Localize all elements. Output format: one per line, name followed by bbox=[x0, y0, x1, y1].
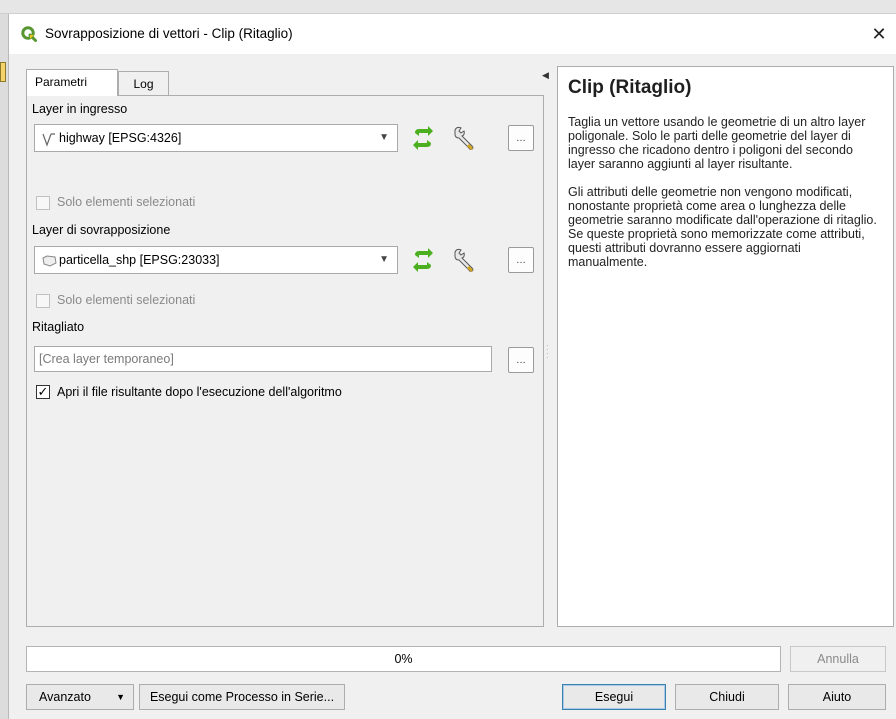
input-selected-checkbox[interactable] bbox=[36, 196, 50, 210]
input-selected-label: Solo elementi selezionati bbox=[57, 195, 196, 209]
help-paragraph: Gli attributi delle geometrie non vengon… bbox=[568, 185, 877, 269]
output-label: Ritagliato bbox=[32, 320, 85, 334]
cancel-button[interactable]: Annulla bbox=[790, 646, 886, 672]
help-paragraph: Taglia un vettore usando le geometrie di… bbox=[568, 115, 866, 171]
iterate-icon[interactable] bbox=[408, 123, 438, 153]
chevron-down-icon: ▼ bbox=[379, 132, 389, 143]
iterate-icon[interactable] bbox=[408, 245, 438, 275]
title-bar: Sovrapposizione di vettori - Clip (Ritag… bbox=[9, 14, 896, 54]
overlay-selected-label: Solo elementi selezionati bbox=[57, 293, 196, 307]
line-layer-icon bbox=[42, 133, 55, 147]
window-title: Sovrapposizione di vettori - Clip (Ritag… bbox=[45, 26, 293, 41]
input-layer-label: Layer in ingresso bbox=[32, 102, 128, 116]
input-layer-browse-button[interactable]: … bbox=[508, 125, 534, 151]
overlay-layer-browse-button[interactable]: … bbox=[508, 247, 534, 273]
collapse-help-icon[interactable]: ◀ bbox=[542, 70, 549, 81]
background-left-strip bbox=[0, 14, 8, 719]
progress-bar: 0% bbox=[26, 646, 781, 672]
open-output-label: Apri il file risultante dopo l'esecuzion… bbox=[57, 385, 342, 399]
tab-log[interactable]: Log bbox=[118, 71, 169, 96]
wrench-icon[interactable] bbox=[450, 245, 480, 275]
qgis-logo-icon bbox=[21, 26, 37, 42]
wrench-icon[interactable] bbox=[450, 123, 480, 153]
chevron-down-icon: ▼ bbox=[116, 692, 125, 702]
parameters-panel: Layer in ingresso highway [EPSG:4326] ▼ … bbox=[26, 95, 544, 627]
overlay-selected-checkbox[interactable] bbox=[36, 294, 50, 308]
close-button[interactable]: Chiudi bbox=[675, 684, 779, 710]
overlay-layer-combo[interactable]: particella_shp [EPSG:23033] ▼ bbox=[34, 246, 398, 274]
overlay-layer-value: particella_shp [EPSG:23033] bbox=[59, 253, 220, 267]
tab-parametri[interactable]: Parametri bbox=[26, 69, 118, 96]
help-button[interactable]: Aiuto bbox=[788, 684, 886, 710]
advanced-button-label: Avanzato bbox=[39, 690, 91, 704]
overlay-layer-label: Layer di sovrapposizione bbox=[32, 223, 171, 237]
input-layer-value: highway [EPSG:4326] bbox=[59, 131, 182, 145]
run-button[interactable]: Esegui bbox=[562, 684, 666, 710]
background-window-strip bbox=[0, 0, 896, 14]
batch-process-button[interactable]: Esegui come Processo in Serie... bbox=[139, 684, 345, 710]
polygon-layer-icon bbox=[42, 255, 57, 267]
chevron-down-icon: ▼ bbox=[379, 254, 389, 265]
background-marker bbox=[0, 62, 6, 82]
advanced-button[interactable]: Avanzato ▼ bbox=[26, 684, 134, 710]
splitter-handle[interactable]: · · · · bbox=[546, 342, 550, 364]
open-output-checkbox[interactable]: ✓ bbox=[36, 385, 50, 399]
input-layer-combo[interactable]: highway [EPSG:4326] ▼ bbox=[34, 124, 398, 152]
help-title: Clip (Ritaglio) bbox=[568, 77, 692, 98]
output-field[interactable]: [Crea layer temporaneo] bbox=[34, 346, 492, 372]
help-panel: Clip (Ritaglio) Taglia un vettore usando… bbox=[557, 66, 894, 627]
output-browse-button[interactable]: … bbox=[508, 347, 534, 373]
close-icon[interactable]: ✕ bbox=[869, 24, 889, 44]
clip-dialog: Sovrapposizione di vettori - Clip (Ritag… bbox=[8, 14, 896, 719]
